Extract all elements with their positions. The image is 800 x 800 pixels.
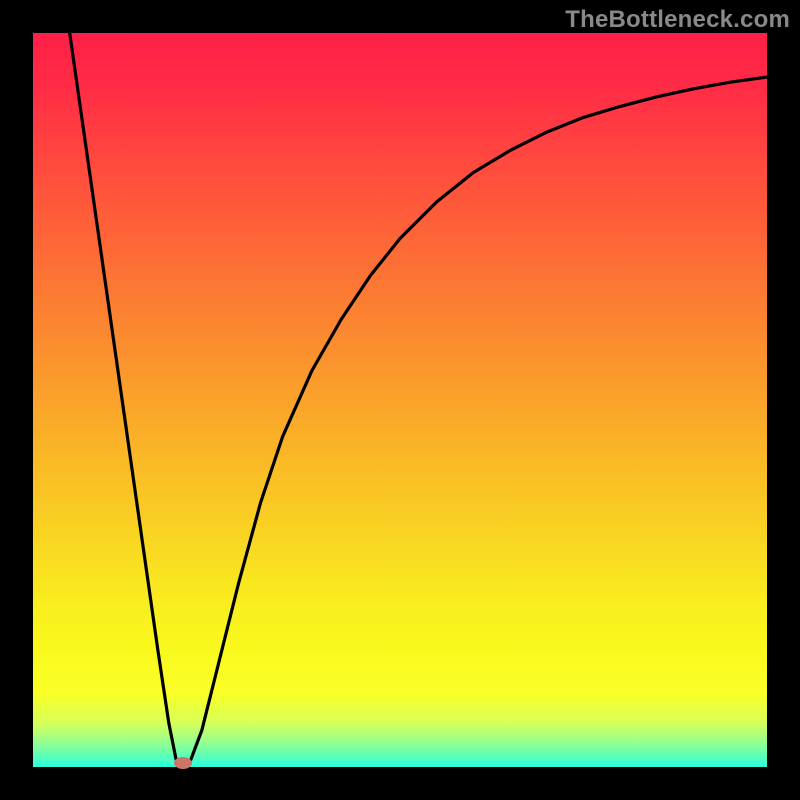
bottleneck-curve bbox=[33, 33, 767, 767]
chart-frame: TheBottleneck.com bbox=[0, 0, 800, 800]
watermark-text: TheBottleneck.com bbox=[565, 6, 790, 34]
plot-area bbox=[33, 33, 767, 767]
curve-minimum-marker bbox=[174, 757, 192, 769]
